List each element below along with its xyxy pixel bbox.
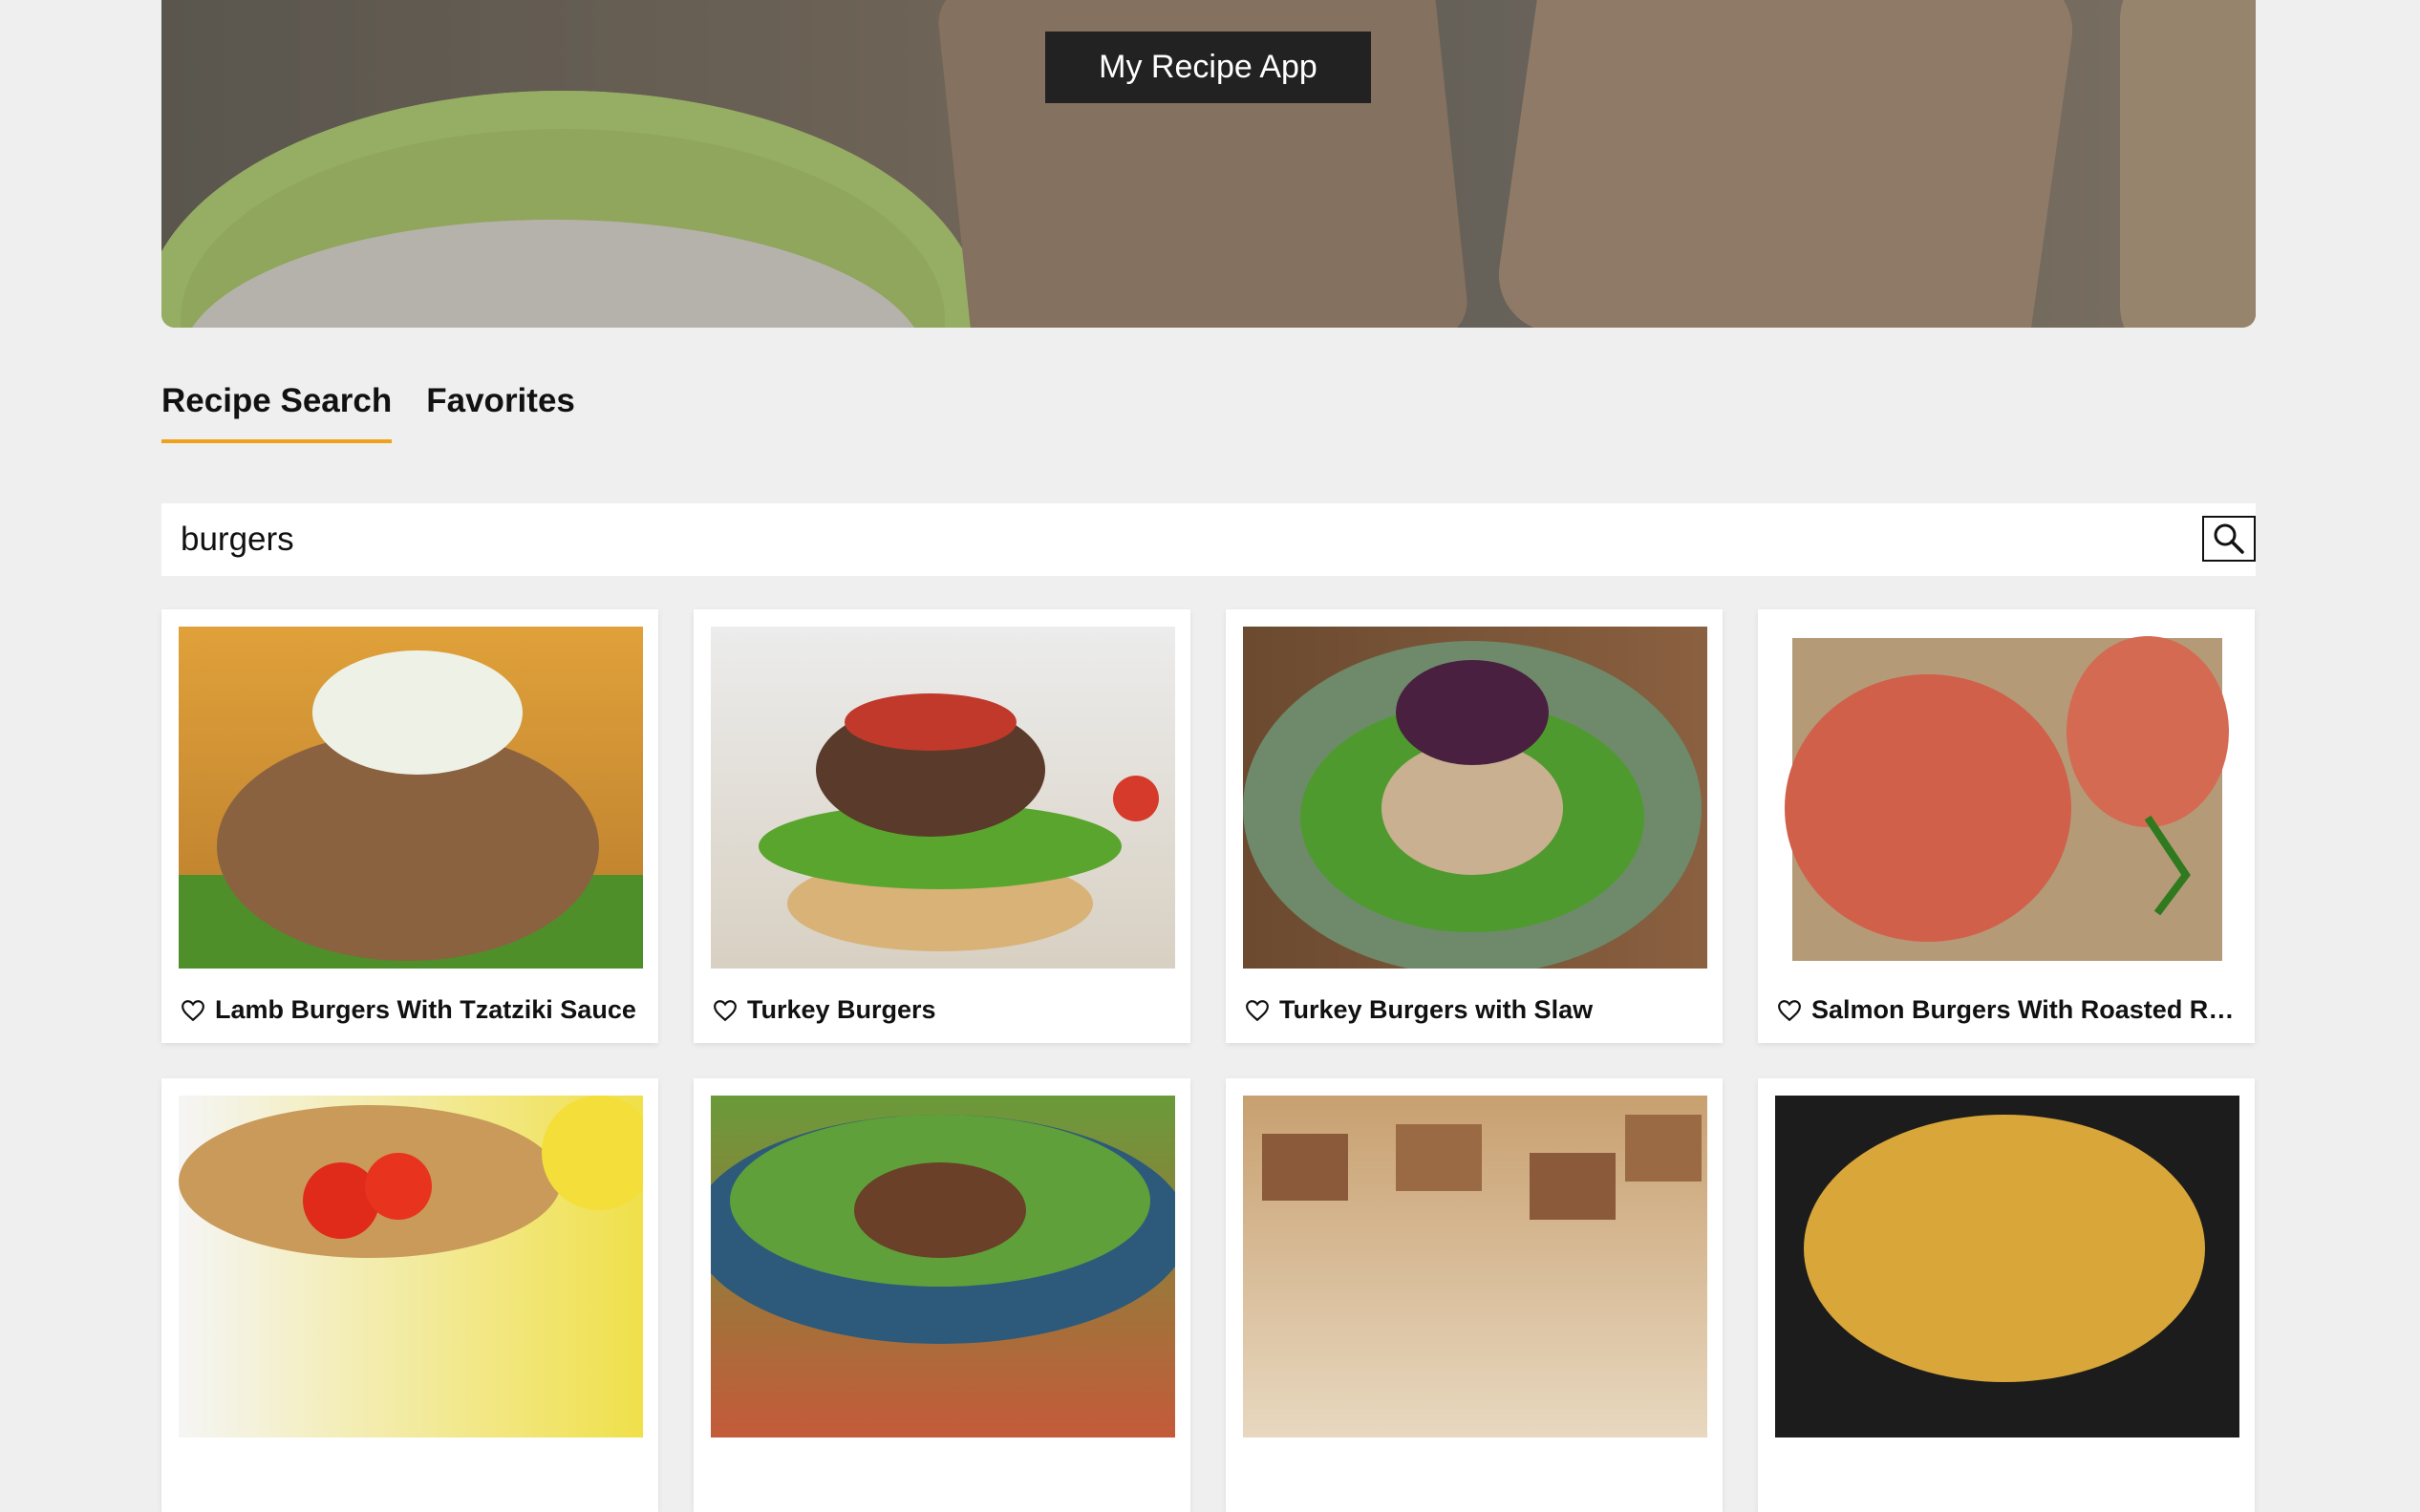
recipe-image [711,627,1175,969]
heart-icon[interactable] [713,999,738,1022]
recipe-card[interactable]: Turkey Burgers [694,609,1190,1043]
search-button[interactable] [2202,516,2256,562]
tab-favorites[interactable]: Favorites [426,382,575,443]
recipe-image [179,627,643,969]
recipe-card[interactable]: Lamb Burgers With Tzatziki Sauce [161,609,658,1043]
tab-recipe-search[interactable]: Recipe Search [161,382,393,443]
recipe-title-row: Salmon Burgers With Roasted Re... [1777,995,2241,1025]
recipe-card[interactable]: Salmon Burgers With Roasted Re... [1758,609,2255,1043]
recipe-card[interactable] [1226,1078,1723,1512]
heart-icon[interactable] [181,999,205,1022]
recipe-image [1243,627,1707,969]
recipe-title[interactable]: Salmon Burgers With Roasted Re... [1811,995,2241,1025]
recipe-title[interactable]: Lamb Burgers With Tzatziki Sauce [215,995,636,1025]
tab-bar: Recipe Search Favorites [161,382,575,443]
recipe-image [1775,627,2239,969]
recipe-title[interactable]: Turkey Burgers with Slaw [1279,995,1593,1025]
recipe-card[interactable] [1758,1078,2255,1512]
recipe-image [711,1096,1175,1437]
recipe-title-row: Lamb Burgers With Tzatziki Sauce [181,995,645,1025]
recipe-card[interactable] [161,1078,658,1512]
recipe-title-row: Turkey Burgers [713,995,1177,1025]
search-input[interactable] [179,520,2093,560]
recipe-card[interactable] [694,1078,1190,1512]
search-icon [2214,523,2244,554]
recipe-card[interactable]: Turkey Burgers with Slaw [1226,609,1723,1043]
recipe-grid: Lamb Burgers With Tzatziki Sauce Turkey … [161,609,2256,1512]
recipe-image [1775,1096,2239,1437]
heart-icon[interactable] [1777,999,1802,1022]
recipe-title[interactable]: Turkey Burgers [747,995,936,1025]
recipe-image [179,1096,643,1437]
heart-icon[interactable] [1245,999,1270,1022]
app-title: My Recipe App [1045,32,1371,103]
recipe-image [1243,1096,1707,1437]
search-bar [161,503,2256,576]
recipe-title-row: Turkey Burgers with Slaw [1245,995,1709,1025]
